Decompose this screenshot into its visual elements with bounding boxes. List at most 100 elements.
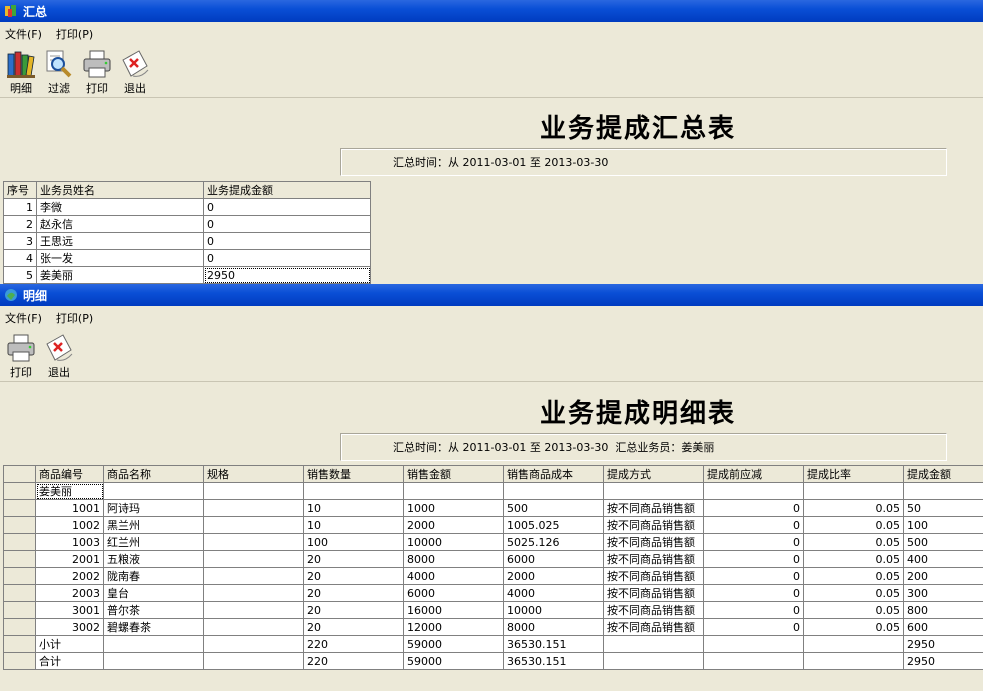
cell-amount[interactable]: 0 [203, 232, 371, 250]
cell-sales-amount[interactable]: 4000 [403, 567, 504, 585]
cell-product-name[interactable]: 五粮液 [103, 550, 204, 568]
table-row[interactable]: 1001 阿诗玛 10 1000 500 按不同商品销售额 0 0.05 50 [3, 499, 983, 517]
table-row[interactable]: 1003 红兰州 100 10000 5025.126 按不同商品销售额 0 0.05 500 [3, 533, 983, 551]
cell-product-name[interactable] [103, 635, 204, 653]
cell-product-name[interactable] [103, 652, 204, 670]
cell-cost[interactable]: 36530.151 [503, 652, 604, 670]
cell-method[interactable] [603, 652, 704, 670]
cell-deduction[interactable]: 0 [703, 618, 804, 636]
col-header-spec[interactable]: 规格 [203, 465, 304, 483]
total-row[interactable]: 小计 220 59000 36530.151 2950 [3, 635, 983, 653]
cell-spec[interactable] [203, 533, 304, 551]
cell-product-code[interactable]: 合计 [35, 652, 104, 670]
table-row[interactable]: 3002 碧螺春茶 20 12000 8000 按不同商品销售额 0 0.05 600 [3, 618, 983, 636]
cell-index[interactable]: 1 [3, 198, 37, 216]
cell-empty[interactable] [903, 482, 983, 500]
cell-amount[interactable]: 0 [203, 249, 371, 267]
cell-product-code[interactable]: 小计 [35, 635, 104, 653]
col-header-salesperson[interactable]: 业务员姓名 [36, 181, 204, 199]
cell-deduction[interactable]: 0 [703, 516, 804, 534]
cell-product-code[interactable]: 3001 [35, 601, 104, 619]
cell-method[interactable]: 按不同商品销售额 [603, 601, 704, 619]
cell-quantity[interactable]: 220 [303, 652, 404, 670]
cell-empty[interactable] [803, 482, 904, 500]
cell-spec[interactable] [203, 652, 304, 670]
table-row[interactable]: 3 王思远 0 [3, 232, 371, 250]
cell-sales-amount[interactable]: 16000 [403, 601, 504, 619]
group-row[interactable]: 姜美丽 [3, 482, 983, 500]
cell-quantity[interactable]: 20 [303, 584, 404, 602]
cell-index[interactable]: 5 [3, 266, 37, 284]
cell-cost[interactable]: 4000 [503, 584, 604, 602]
cell-method[interactable]: 按不同商品销售额 [603, 618, 704, 636]
cell-sales-amount[interactable]: 6000 [403, 584, 504, 602]
cell-quantity[interactable]: 20 [303, 618, 404, 636]
cell-method[interactable]: 按不同商品销售额 [603, 567, 704, 585]
cell-quantity[interactable]: 20 [303, 567, 404, 585]
cell-cost[interactable]: 6000 [503, 550, 604, 568]
col-header-product-code[interactable]: 商品编号 [35, 465, 104, 483]
cell-group-name[interactable]: 姜美丽 [35, 482, 104, 500]
cell-product-name[interactable]: 普尔茶 [103, 601, 204, 619]
cell-rate[interactable]: 0.05 [803, 499, 904, 517]
menu-file[interactable]: 文件(F) [5, 26, 42, 42]
cell-cost[interactable]: 36530.151 [503, 635, 604, 653]
cell-deduction[interactable]: 0 [703, 533, 804, 551]
cell-commission[interactable]: 200 [903, 567, 983, 585]
cell-product-name[interactable]: 陇南春 [103, 567, 204, 585]
cell-commission[interactable]: 400 [903, 550, 983, 568]
cell-product-code[interactable]: 1002 [35, 516, 104, 534]
cell-rate[interactable]: 0.05 [803, 601, 904, 619]
table-row[interactable]: 1 李微 0 [3, 198, 371, 216]
detail-titlebar[interactable]: 明细 [0, 284, 983, 306]
col-header-rate[interactable]: 提成比率 [803, 465, 904, 483]
menu-print[interactable]: 打印(P) [56, 26, 93, 42]
col-header-product-name[interactable]: 商品名称 [103, 465, 204, 483]
cell-index[interactable]: 3 [3, 232, 37, 250]
cell-product-name[interactable]: 红兰州 [103, 533, 204, 551]
table-row[interactable]: 4 张一发 0 [3, 249, 371, 267]
table-row[interactable]: 3001 普尔茶 20 16000 10000 按不同商品销售额 0 0.05 800 [3, 601, 983, 619]
cell-quantity[interactable]: 10 [303, 516, 404, 534]
cell-rate[interactable]: 0.05 [803, 567, 904, 585]
table-row[interactable]: 2003 皇台 20 6000 4000 按不同商品销售额 0 0.05 300 [3, 584, 983, 602]
cell-index[interactable]: 2 [3, 215, 37, 233]
cell-product-code[interactable]: 2003 [35, 584, 104, 602]
cell-rate[interactable]: 0.05 [803, 533, 904, 551]
cell-rate[interactable] [803, 652, 904, 670]
cell-cost[interactable]: 500 [503, 499, 604, 517]
table-row[interactable]: 1002 黑兰州 10 2000 1005.025 按不同商品销售额 0 0.05 100 [3, 516, 983, 534]
menu-file[interactable]: 文件(F) [5, 310, 42, 326]
filter-button[interactable]: 过滤 [40, 46, 78, 96]
cell-product-name[interactable]: 黑兰州 [103, 516, 204, 534]
cell-sales-amount[interactable]: 59000 [403, 652, 504, 670]
table-row[interactable]: 2001 五粮液 20 8000 6000 按不同商品销售额 0 0.05 400 [3, 550, 983, 568]
menu-print[interactable]: 打印(P) [56, 310, 93, 326]
cell-commission[interactable]: 2950 [903, 635, 983, 653]
summary-titlebar[interactable]: 汇总 [0, 0, 983, 22]
col-header-index[interactable]: 序号 [3, 181, 37, 199]
cell-commission[interactable]: 100 [903, 516, 983, 534]
cell-product-code[interactable]: 1003 [35, 533, 104, 551]
cell-deduction[interactable]: 0 [703, 567, 804, 585]
cell-product-code[interactable]: 2002 [35, 567, 104, 585]
cell-rate[interactable]: 0.05 [803, 516, 904, 534]
cell-rate[interactable]: 0.05 [803, 584, 904, 602]
cell-product-code[interactable]: 3002 [35, 618, 104, 636]
cell-method[interactable]: 按不同商品销售额 [603, 516, 704, 534]
cell-deduction[interactable]: 0 [703, 601, 804, 619]
cell-empty[interactable] [603, 482, 704, 500]
cell-sales-amount[interactable]: 59000 [403, 635, 504, 653]
cell-product-name[interactable]: 皇台 [103, 584, 204, 602]
cell-spec[interactable] [203, 584, 304, 602]
cell-empty[interactable] [403, 482, 504, 500]
cell-spec[interactable] [203, 618, 304, 636]
cell-method[interactable] [603, 635, 704, 653]
cell-cost[interactable]: 2000 [503, 567, 604, 585]
cell-spec[interactable] [203, 601, 304, 619]
cell-empty[interactable] [303, 482, 404, 500]
cell-product-code[interactable]: 2001 [35, 550, 104, 568]
col-header-quantity[interactable]: 销售数量 [303, 465, 404, 483]
cell-sales-amount[interactable]: 2000 [403, 516, 504, 534]
cell-cost[interactable]: 5025.126 [503, 533, 604, 551]
